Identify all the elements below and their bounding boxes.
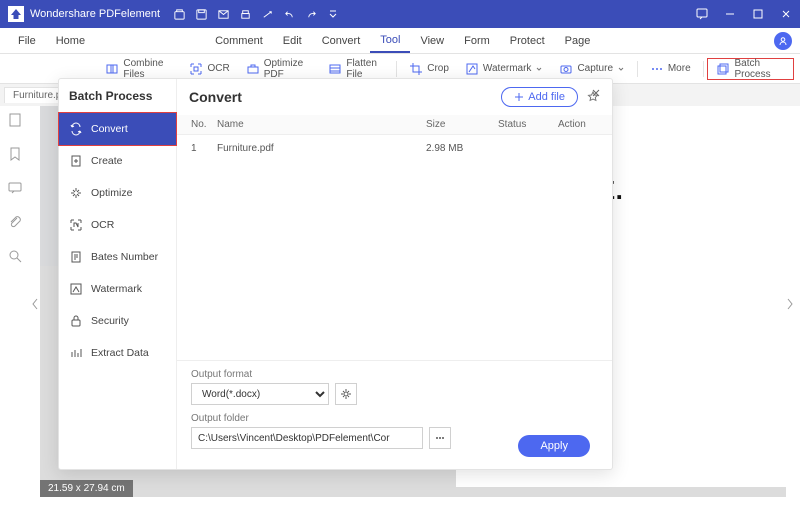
batch-panel-title: Convert (189, 89, 493, 105)
batch-sidebar-bates[interactable]: Bates Number (59, 241, 176, 273)
capture-icon (559, 62, 573, 76)
ribbon-ocr[interactable]: OCR (181, 58, 237, 80)
search-icon[interactable] (7, 248, 23, 264)
file-table-row[interactable]: 1 Furniture.pdf 2.98 MB (177, 135, 612, 162)
extract-icon (69, 346, 83, 360)
batch-process-dialog: Batch Process Convert Create Optimize OC… (58, 78, 613, 470)
output-folder-label: Output folder (191, 413, 598, 424)
lock-icon (69, 314, 83, 328)
qa-save-icon[interactable] (190, 0, 212, 28)
output-folder-input[interactable] (191, 427, 423, 449)
user-avatar[interactable] (774, 32, 792, 50)
convert-icon (69, 122, 83, 136)
apply-button[interactable]: Apply (518, 435, 590, 457)
qa-redo-icon[interactable] (300, 0, 322, 28)
output-format-label: Output format (191, 369, 598, 380)
menu-tool[interactable]: Tool (370, 28, 410, 53)
browse-folder-button[interactable] (429, 427, 451, 449)
ribbon-capture[interactable]: Capture (551, 58, 633, 80)
menu-edit[interactable]: Edit (273, 28, 312, 53)
attachment-icon[interactable] (7, 214, 23, 230)
bookmark-icon[interactable] (7, 146, 23, 162)
qa-print-icon[interactable] (234, 0, 256, 28)
flatten-icon (328, 62, 342, 76)
titlebar: Wondershare PDFelement (0, 0, 800, 28)
ribbon-more[interactable]: More (642, 58, 699, 80)
menu-file[interactable]: File (8, 28, 46, 53)
crop-icon (409, 62, 423, 76)
page-dimensions-badge: 21.59 x 27.94 cm (40, 480, 133, 497)
output-format-select[interactable]: Word(*.docx) (191, 383, 329, 405)
ribbon-watermark[interactable]: Watermark (457, 58, 552, 80)
menu-comment[interactable]: Comment (205, 28, 273, 53)
menu-convert[interactable]: Convert (312, 28, 371, 53)
batch-sidebar-ocr[interactable]: OCR (59, 209, 176, 241)
window-minimize[interactable] (716, 0, 744, 28)
menu-view[interactable]: View (410, 28, 454, 53)
qa-mail-icon[interactable] (212, 0, 234, 28)
watermark-sm-icon (69, 282, 83, 296)
output-format-settings[interactable] (335, 383, 357, 405)
qa-undo-icon[interactable] (278, 0, 300, 28)
ribbon-crop[interactable]: Crop (401, 58, 457, 80)
watermark-icon (465, 62, 479, 76)
menu-page[interactable]: Page (555, 28, 601, 53)
batch-sidebar-optimize[interactable]: Optimize (59, 177, 176, 209)
combine-icon (105, 62, 119, 76)
menubar: File Home Comment Edit Convert Tool View… (0, 28, 800, 54)
side-toolbar (0, 106, 30, 506)
window-maximize[interactable] (744, 0, 772, 28)
menu-form[interactable]: Form (454, 28, 500, 53)
ribbon-combine-files[interactable]: Combine Files (97, 58, 181, 80)
file-table-header: No. Name Size Status Action (177, 115, 612, 135)
app-title: Wondershare PDFelement (30, 8, 160, 20)
more-icon (650, 62, 664, 76)
menu-home[interactable]: Home (46, 28, 95, 53)
add-file-button[interactable]: Add file (501, 87, 578, 107)
batch-sidebar-watermark[interactable]: Watermark (59, 273, 176, 305)
ocr-sm-icon (69, 218, 83, 232)
close-button[interactable] (588, 85, 604, 101)
batch-sidebar-create[interactable]: Create (59, 145, 176, 177)
thumbnail-icon[interactable] (7, 112, 23, 128)
batch-main-panel: Convert Add file No. Name Size Status Ac… (177, 79, 612, 469)
batch-sidebar: Batch Process Convert Create Optimize OC… (59, 79, 177, 469)
batch-sidebar-security[interactable]: Security (59, 305, 176, 337)
bates-icon (69, 250, 83, 264)
ocr-icon (189, 62, 203, 76)
optimize-sm-icon (69, 186, 83, 200)
batch-dialog-title: Batch Process (59, 83, 176, 113)
feedback-icon[interactable] (688, 0, 716, 28)
qa-share-icon[interactable] (256, 0, 278, 28)
create-icon (69, 154, 83, 168)
ribbon-batch-process[interactable]: Batch Process (707, 58, 794, 80)
qa-open-icon[interactable] (168, 0, 190, 28)
ribbon-optimize[interactable]: Optimize PDF (238, 58, 321, 80)
optimize-icon (246, 62, 260, 76)
batch-sidebar-convert[interactable]: Convert (59, 113, 176, 145)
batch-icon (716, 62, 730, 76)
menu-protect[interactable]: Protect (500, 28, 555, 53)
window-close[interactable] (772, 0, 800, 28)
qa-dropdown-icon[interactable] (322, 0, 344, 28)
app-logo-icon (8, 6, 24, 22)
annotation-icon[interactable] (7, 180, 23, 196)
batch-sidebar-extract[interactable]: Extract Data (59, 337, 176, 369)
ribbon-flatten[interactable]: Flatten File (320, 58, 392, 80)
